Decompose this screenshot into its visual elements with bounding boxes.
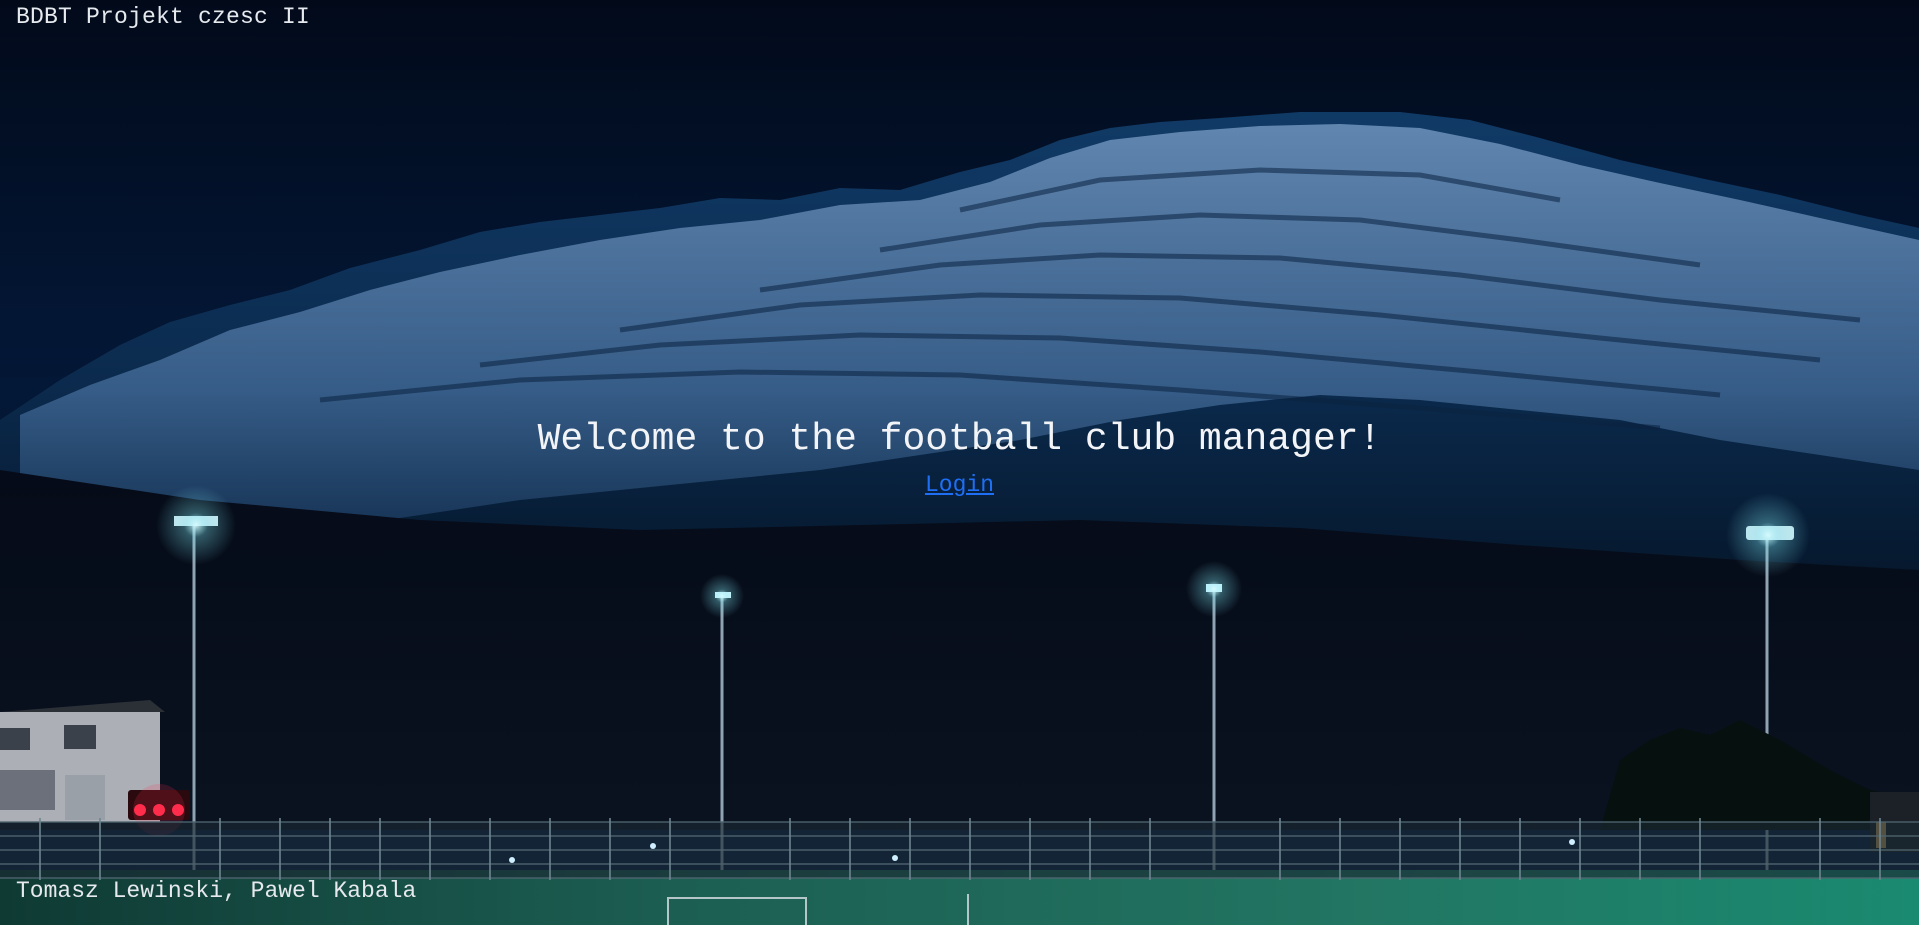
authors-footer: Tomasz Lewinski, Pawel Kabala [16, 878, 417, 904]
welcome-heading: Welcome to the football club manager! [537, 418, 1382, 461]
login-link[interactable]: Login [925, 472, 994, 498]
welcome-section: Welcome to the football club manager! Lo… [0, 414, 1919, 498]
site-title: BDBT Projekt czesc II [16, 4, 311, 30]
